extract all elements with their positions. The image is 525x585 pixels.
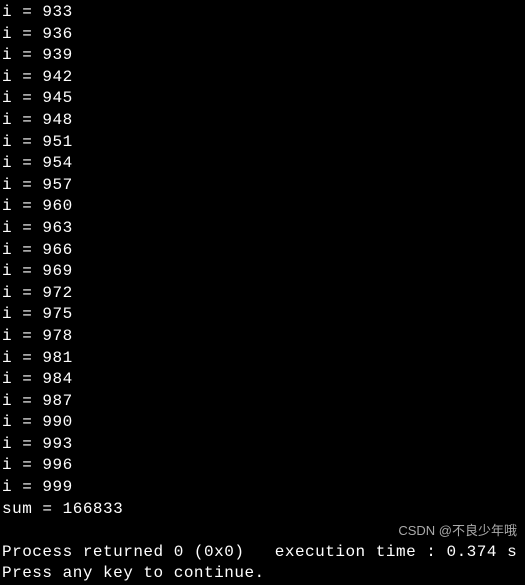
loop-line: i = 936 [2, 24, 525, 46]
loop-line: i = 993 [2, 434, 525, 456]
loop-line: i = 975 [2, 304, 525, 326]
loop-line: i = 945 [2, 88, 525, 110]
loop-line: i = 963 [2, 218, 525, 240]
loop-line: i = 972 [2, 283, 525, 305]
watermark-text: CSDN @不良少年哦 [398, 522, 517, 540]
loop-line: i = 960 [2, 196, 525, 218]
loop-line: i = 942 [2, 67, 525, 89]
loop-line: i = 987 [2, 391, 525, 413]
loop-line: i = 984 [2, 369, 525, 391]
loop-line: i = 981 [2, 348, 525, 370]
loop-line: i = 939 [2, 45, 525, 67]
sum-line: sum = 166833 [2, 499, 525, 521]
loop-line: i = 966 [2, 240, 525, 262]
loop-line: i = 933 [2, 2, 525, 24]
loop-line: i = 978 [2, 326, 525, 348]
loop-line: i = 999 [2, 477, 525, 499]
loop-line: i = 954 [2, 153, 525, 175]
console-output: i = 933i = 936i = 939i = 942i = 945i = 9… [2, 2, 525, 499]
loop-line: i = 948 [2, 110, 525, 132]
loop-line: i = 996 [2, 455, 525, 477]
loop-line: i = 969 [2, 261, 525, 283]
loop-line: i = 990 [2, 412, 525, 434]
loop-line: i = 951 [2, 132, 525, 154]
loop-line: i = 957 [2, 175, 525, 197]
process-returned-line: Process returned 0 (0x0) execution time … [2, 542, 525, 564]
press-key-line[interactable]: Press any key to continue. [2, 563, 525, 585]
